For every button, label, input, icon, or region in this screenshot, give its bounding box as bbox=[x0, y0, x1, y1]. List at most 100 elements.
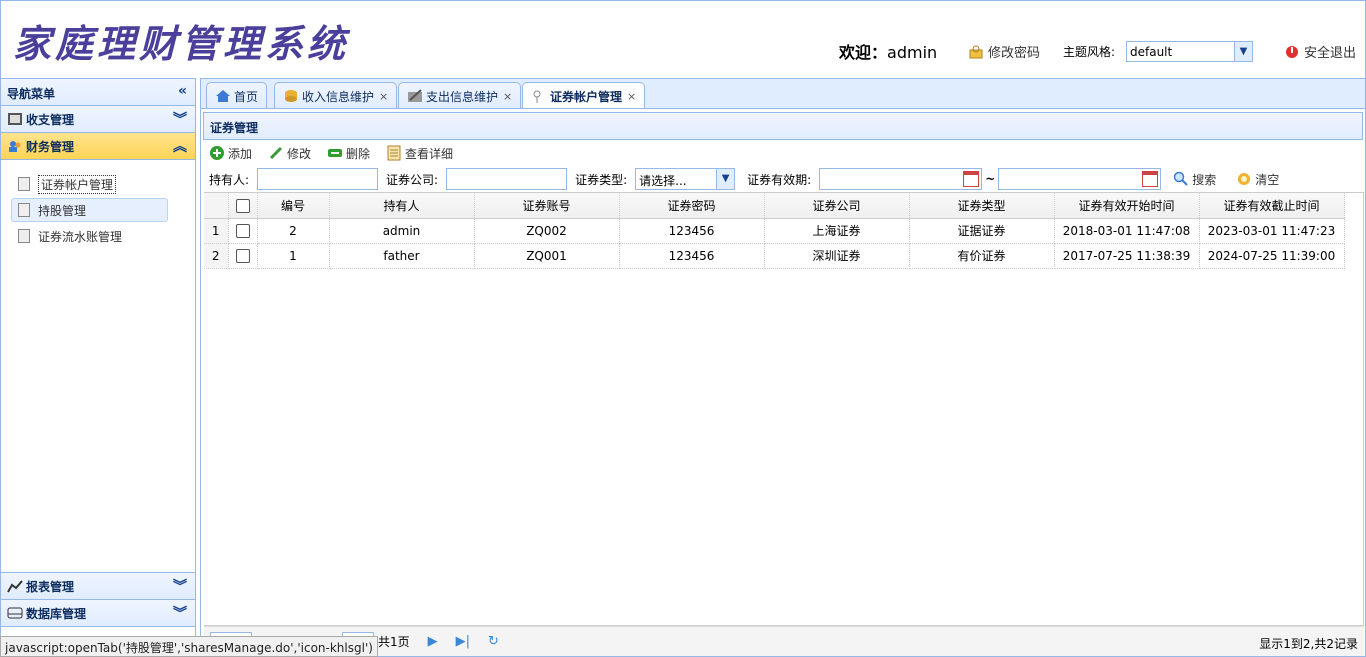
col-company[interactable]: 证券公司 bbox=[764, 193, 910, 219]
cell-id: 1 bbox=[257, 243, 330, 269]
document-icon bbox=[386, 145, 402, 161]
company-label: 证券公司: bbox=[386, 172, 439, 187]
company-input[interactable] bbox=[446, 168, 568, 190]
tab-income[interactable]: 收入信息维护 × bbox=[274, 82, 398, 109]
row-select-cell bbox=[228, 218, 258, 244]
panel-title: 证券管理 bbox=[203, 112, 1363, 140]
close-icon[interactable]: × bbox=[379, 90, 388, 103]
close-icon[interactable]: × bbox=[627, 90, 636, 103]
nav-group-label: 收支管理 bbox=[26, 112, 75, 127]
last-page-icon[interactable]: ▶| bbox=[456, 634, 470, 649]
type-select-value: 请选择... bbox=[639, 174, 687, 188]
logout-link[interactable]: 安全退出 bbox=[1285, 42, 1356, 61]
cell-start-time: 2017-07-25 11:38:39 bbox=[1054, 243, 1200, 269]
change-password-link[interactable]: 修改密码 bbox=[969, 42, 1040, 61]
next-page-icon[interactable]: ▶ bbox=[428, 634, 438, 649]
pencil-icon bbox=[268, 145, 284, 161]
type-select[interactable]: 请选择... ▼ bbox=[635, 168, 736, 190]
cell-company: 深圳证券 bbox=[764, 243, 910, 269]
page-icon bbox=[18, 229, 30, 243]
search-button[interactable]: 搜索 bbox=[1173, 171, 1216, 188]
remove-icon bbox=[327, 145, 343, 161]
cell-type: 有价证券 bbox=[909, 243, 1055, 269]
nav-item-label: 持股管理 bbox=[38, 203, 87, 218]
calendar-icon[interactable] bbox=[963, 171, 980, 187]
nav-item-securities-account[interactable]: 证券帐户管理 bbox=[11, 172, 185, 196]
clear-button[interactable]: 清空 bbox=[1236, 171, 1279, 188]
holder-input[interactable] bbox=[257, 168, 379, 190]
nav-item-securities-ledger[interactable]: 证券流水账管理 bbox=[11, 224, 185, 248]
logout-label: 安全退出 bbox=[1304, 46, 1357, 61]
search-icon bbox=[1173, 171, 1189, 187]
cell-password: 123456 bbox=[619, 218, 765, 244]
delete-button[interactable]: 删除 bbox=[327, 145, 370, 162]
tab-home[interactable]: 首页 bbox=[206, 82, 268, 109]
holder-label: 持有人: bbox=[209, 172, 250, 187]
add-label: 添加 bbox=[228, 146, 253, 161]
view-detail-label: 查看详细 bbox=[405, 146, 454, 161]
row-number-header bbox=[204, 193, 229, 219]
expense-icon bbox=[407, 89, 423, 103]
select-all-checkbox[interactable] bbox=[235, 198, 250, 213]
chevron-up-icon: ︽ bbox=[173, 139, 187, 155]
tab-label: 首页 bbox=[234, 89, 259, 104]
collapse-left-icon[interactable]: « bbox=[178, 83, 187, 99]
tabs-bar: 首页 收入信息维护 × 支出信息维护 × 证券帐户管理 × bbox=[200, 78, 1366, 110]
ledger-icon bbox=[7, 112, 23, 126]
refresh-icon[interactable]: ↻ bbox=[488, 634, 499, 649]
col-account[interactable]: 证券账号 bbox=[474, 193, 620, 219]
close-icon[interactable]: × bbox=[503, 90, 512, 103]
nav-item-label: 证券帐户管理 bbox=[38, 174, 117, 194]
cell-start-time: 2018-03-01 11:47:08 bbox=[1054, 218, 1200, 244]
chart-icon bbox=[7, 579, 23, 593]
app-logo: 家庭理财管理系统 bbox=[13, 21, 350, 66]
nav-item-holdings[interactable]: 持股管理 bbox=[11, 198, 168, 222]
filter-bar: 持有人: 证券公司: 证券类型: 请选择... ▼ 证券有效期: ~ 搜索 清空 bbox=[201, 166, 1365, 192]
clear-icon bbox=[1236, 171, 1252, 187]
col-password[interactable]: 证券密码 bbox=[619, 193, 765, 219]
page-icon bbox=[18, 203, 30, 217]
nav-group-label: 数据库管理 bbox=[26, 606, 87, 621]
col-end-time[interactable]: 证券有效截止时间 bbox=[1199, 193, 1345, 219]
theme-select[interactable]: default ▼ bbox=[1126, 41, 1253, 62]
cell-id: 2 bbox=[257, 218, 330, 244]
cell-company: 上海证券 bbox=[764, 218, 910, 244]
username: admin bbox=[887, 43, 938, 62]
nav-group-finance[interactable]: 财务管理 ︽ bbox=[1, 133, 195, 160]
col-start-time[interactable]: 证券有效开始时间 bbox=[1054, 193, 1200, 219]
search-label: 搜索 bbox=[1192, 172, 1217, 187]
add-button[interactable]: 添加 bbox=[209, 145, 252, 162]
tab-expense[interactable]: 支出信息维护 × bbox=[398, 82, 522, 109]
calendar-icon[interactable] bbox=[1142, 171, 1159, 187]
table-row[interactable]: 1 2 admin ZQ002 123456 上海证券 证据证券 2018-03… bbox=[204, 218, 1345, 244]
col-holder[interactable]: 持有人 bbox=[329, 193, 475, 219]
type-label: 证券类型: bbox=[575, 172, 628, 187]
cell-account: ZQ001 bbox=[474, 243, 620, 269]
nav-group-income-expense[interactable]: 收支管理 ︾ bbox=[1, 106, 195, 133]
cell-account: ZQ002 bbox=[474, 218, 620, 244]
nav-panel: 导航菜单 « 收支管理 ︾ 财务管理 ︽ 证券帐户管理 持股管理 证券流水账管理… bbox=[0, 78, 196, 657]
chevron-down-icon: ︾ bbox=[173, 606, 187, 622]
welcome-text: 欢迎：admin bbox=[839, 39, 937, 63]
edit-button[interactable]: 修改 bbox=[268, 145, 311, 162]
delete-label: 删除 bbox=[346, 146, 371, 161]
nav-group-database[interactable]: 数据库管理 ︾ bbox=[1, 600, 195, 627]
table-row[interactable]: 2 1 father ZQ001 123456 深圳证券 有价证券 2017-0… bbox=[204, 243, 1345, 269]
row-checkbox[interactable] bbox=[235, 248, 250, 263]
nav-group-reports[interactable]: 报表管理 ︾ bbox=[1, 573, 195, 600]
validity-start-input[interactable] bbox=[819, 168, 983, 190]
tab-securities-account[interactable]: 证券帐户管理 × bbox=[522, 82, 646, 110]
row-checkbox[interactable] bbox=[235, 223, 250, 238]
cell-holder: admin bbox=[329, 218, 475, 244]
validity-end-input[interactable] bbox=[998, 168, 1162, 190]
chevron-down-icon[interactable]: ▼ bbox=[1234, 42, 1252, 61]
row-number: 2 bbox=[204, 243, 229, 269]
view-detail-button[interactable]: 查看详细 bbox=[386, 145, 453, 162]
theme-label: 主题风格: bbox=[1063, 45, 1116, 59]
col-id[interactable]: 编号 bbox=[257, 193, 330, 219]
col-type[interactable]: 证券类型 bbox=[909, 193, 1055, 219]
pagination-bar: 共1页 ▶ ▶| ↻ 显示1到2,共2记录 bbox=[204, 626, 1364, 656]
row-select-cell bbox=[228, 243, 258, 269]
tab-label: 支出信息维护 bbox=[426, 89, 499, 104]
chevron-down-icon[interactable]: ▼ bbox=[716, 169, 735, 189]
